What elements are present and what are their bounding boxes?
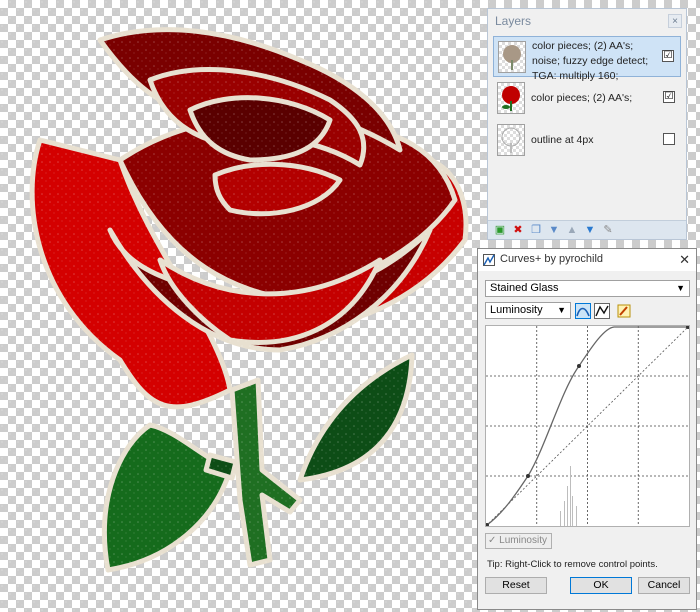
cancel-button[interactable]: Cancel <box>638 577 690 594</box>
move-up-icon[interactable]: ▲ <box>566 224 578 236</box>
layer-row[interactable]: outline at 4px <box>493 120 681 161</box>
layer-name: outline at 4px <box>531 134 594 146</box>
layer-row[interactable]: color pieces; (2) AA's; noise; fuzzy edg… <box>493 36 681 82</box>
linear-mode-button[interactable] <box>594 303 610 319</box>
spline-curve-icon <box>576 307 590 317</box>
pencil-icon <box>617 304 631 318</box>
layer-thumbnail <box>497 124 525 156</box>
channel-dropdown[interactable]: Luminosity ▼ <box>485 302 571 319</box>
layers-close-button[interactable]: × <box>668 14 682 28</box>
merge-down-icon[interactable]: ▼ <box>548 224 560 236</box>
control-point <box>577 364 581 368</box>
add-layer-icon[interactable]: ▣ <box>494 224 506 236</box>
duplicate-layer-icon[interactable]: ❐ <box>530 224 542 236</box>
channel-value: Luminosity <box>490 304 543 316</box>
delete-layer-icon[interactable]: ✖ <box>512 224 524 236</box>
control-point <box>526 474 530 478</box>
tip-text: Tip: Right-Click to remove control point… <box>487 559 658 570</box>
curves-app-icon <box>483 254 495 266</box>
canvas-rose-artwork[interactable] <box>0 0 490 612</box>
layer-thumbnail <box>498 41 526 73</box>
preset-value: Stained Glass <box>490 282 559 294</box>
preset-dropdown[interactable]: Stained Glass ▼ <box>485 280 690 297</box>
luminosity-checkbox-label: Luminosity <box>499 535 547 546</box>
layer-visibility-checkbox[interactable]: ☑ <box>662 50 674 62</box>
layer-row[interactable]: color pieces; (2) AA's; ☑ <box>493 78 681 119</box>
layer-visibility-checkbox[interactable] <box>663 133 675 145</box>
layer-thumbnail <box>497 82 525 114</box>
curve-graph[interactable] <box>485 325 690 527</box>
layer-name: color pieces; (2) AA's; <box>531 92 633 104</box>
reset-button[interactable]: Reset <box>485 577 547 594</box>
layers-panel: Layers × color pieces; (2) AA's; noise; … <box>487 8 687 240</box>
layers-toolbar: ▣ ✖ ❐ ▼ ▲ ▼ ✎ <box>488 220 686 239</box>
layer-visibility-checkbox[interactable]: ☑ <box>663 91 675 103</box>
ok-button[interactable]: OK <box>570 577 632 594</box>
curves-titlebar[interactable]: Curves+ by pyrochild ✕ <box>478 249 696 271</box>
close-icon[interactable]: ✕ <box>679 252 690 268</box>
luminosity-checkbox[interactable]: ✓ Luminosity <box>485 533 552 549</box>
curves-dialog: Curves+ by pyrochild ✕ Stained Glass ▼ L… <box>477 248 697 610</box>
layers-panel-title: Layers <box>495 14 532 28</box>
linear-curve-icon <box>595 305 609 317</box>
curves-dialog-title: Curves+ by pyrochild <box>500 253 604 265</box>
freehand-mode-button[interactable] <box>616 303 632 319</box>
chevron-down-icon: ▼ <box>557 305 566 315</box>
curve-graph-svg <box>485 325 690 527</box>
histogram <box>560 466 577 526</box>
properties-icon[interactable]: ✎ <box>602 224 614 236</box>
checkbox-icon: ✓ <box>488 535 497 546</box>
spline-mode-button[interactable] <box>575 303 591 319</box>
chevron-down-icon: ▼ <box>676 283 685 293</box>
move-down-icon[interactable]: ▼ <box>584 224 596 236</box>
